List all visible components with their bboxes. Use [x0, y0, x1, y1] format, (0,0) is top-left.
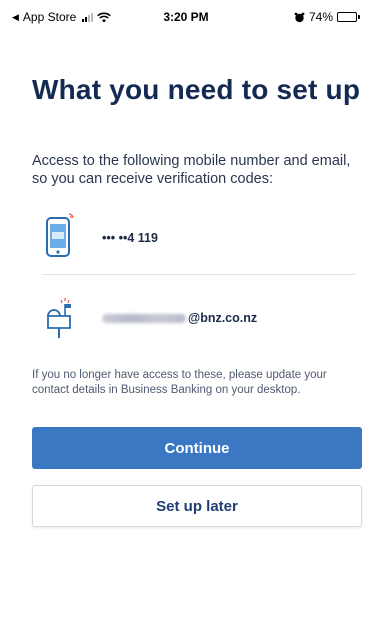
page-title: What you need to set up — [32, 74, 361, 105]
wifi-icon — [97, 12, 112, 22]
continue-button[interactable]: Continue — [32, 427, 362, 469]
email-row: @bnz.co.nz — [32, 286, 356, 350]
alarm-icon — [294, 12, 305, 22]
battery-icon — [337, 12, 360, 22]
mailbox-icon — [32, 286, 102, 350]
intro-text: Access to the following mobile number an… — [32, 153, 351, 187]
email-domain: @bnz.co.nz — [188, 311, 258, 325]
set-up-later-button[interactable]: Set up later — [32, 485, 362, 527]
phone-row: ••• ••4 119 — [32, 206, 356, 270]
battery-percent: 74% — [308, 10, 333, 24]
back-to-app-label[interactable]: App Store — [23, 10, 76, 24]
main-content: What you need to set up Access to the fo… — [32, 70, 362, 188]
back-chevron-icon[interactable]: ◀ — [12, 12, 19, 23]
status-left: ◀ App Store — [12, 10, 112, 24]
status-bar: ◀ App Store 3:20 PM 74% — [0, 0, 372, 34]
blurred-email-username — [102, 313, 186, 323]
signal-icon — [82, 12, 94, 22]
mobile-phone-icon — [32, 206, 102, 270]
update-contact-note: If you no longer have access to these, p… — [32, 369, 327, 396]
setup-screen: ◀ App Store 3:20 PM 74% What you need to… — [0, 0, 372, 644]
masked-phone-number: ••• ••4 119 — [102, 231, 158, 245]
email-address: @bnz.co.nz — [102, 311, 257, 325]
status-right: 74% — [294, 10, 360, 24]
divider — [42, 274, 356, 275]
